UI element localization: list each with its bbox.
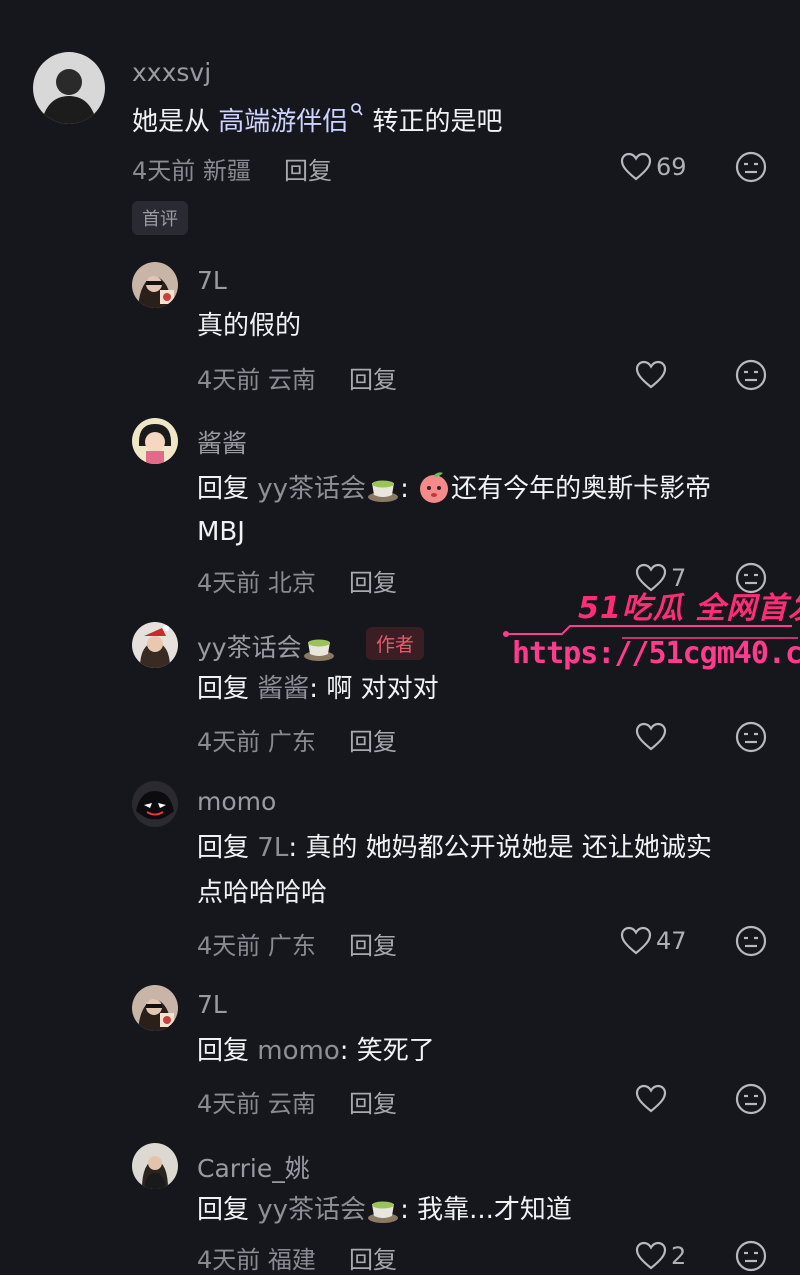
comment-text-continued: 点哈哈哈哈 xyxy=(197,878,328,908)
comment-text: 真的假的 xyxy=(197,311,302,341)
comment-text: 她是从 高端游伴侣 转正的是吧 xyxy=(132,102,503,138)
reply-button[interactable]: 回复 xyxy=(284,151,332,186)
heart-icon xyxy=(635,1241,667,1270)
reply-target-user[interactable]: 酱酱 xyxy=(257,674,309,704)
reply-button[interactable]: 回复 xyxy=(349,563,397,598)
comment-text: 回复 yy茶话会: 我靠...才知道 xyxy=(197,1195,572,1225)
dislike-icon[interactable] xyxy=(735,1083,767,1115)
comment-meta: 4天前 广东 xyxy=(197,728,316,756)
username[interactable]: yy茶话会 xyxy=(197,628,336,664)
comment-meta: 4天前 云南 xyxy=(197,1090,316,1118)
heart-icon xyxy=(620,152,652,181)
comment-text: 回复 7L: 真的 她妈都公开说她是 还让她诚实 xyxy=(197,833,712,863)
avatar[interactable] xyxy=(132,418,178,464)
like-button[interactable] xyxy=(635,1084,667,1114)
peach-emoji-icon xyxy=(420,472,449,503)
like-count: 2 xyxy=(671,1242,687,1270)
reply-target-user[interactable]: 7L xyxy=(257,833,288,863)
tea-cup-icon xyxy=(368,1201,399,1223)
comment-meta: 4天前 北京 xyxy=(197,569,316,597)
dislike-icon[interactable] xyxy=(735,925,767,957)
like-button[interactable]: 2 xyxy=(635,1241,686,1271)
avatar[interactable] xyxy=(132,1143,178,1189)
comment-meta: 4天前 广东 xyxy=(197,932,316,960)
dislike-icon[interactable] xyxy=(735,721,767,753)
heart-icon xyxy=(620,926,652,955)
first-comment-badge: 首评 xyxy=(132,201,188,235)
comment-text-continued: MBJ xyxy=(197,517,245,547)
reply-button[interactable]: 回复 xyxy=(349,926,397,961)
like-button[interactable]: 69 xyxy=(620,152,687,182)
comment-meta: 4天前 新疆 xyxy=(132,157,251,185)
username[interactable]: 7L xyxy=(197,990,227,1019)
tea-cup-icon xyxy=(303,639,334,661)
watermark-url: https://51cgm40.com xyxy=(512,636,800,671)
tea-cup-icon xyxy=(368,480,399,502)
author-badge: 作者 xyxy=(366,627,425,660)
avatar[interactable] xyxy=(132,622,178,668)
username[interactable]: momo xyxy=(197,787,276,816)
comment-text: 回复 酱酱: 啊 对对对 xyxy=(197,674,439,704)
search-icon xyxy=(351,103,364,116)
like-button[interactable] xyxy=(635,360,667,390)
username[interactable]: 7L xyxy=(197,266,227,295)
avatar[interactable] xyxy=(33,52,105,124)
username[interactable]: xxxsvj xyxy=(132,58,211,87)
search-link[interactable]: 高端游伴侣 xyxy=(218,103,364,137)
reply-target-user[interactable]: yy茶话会 xyxy=(257,1195,366,1225)
reply-button[interactable]: 回复 xyxy=(349,1084,397,1119)
heart-icon xyxy=(635,722,667,751)
reply-target-user[interactable]: momo xyxy=(257,1036,339,1066)
heart-icon xyxy=(635,1084,667,1113)
like-button[interactable]: 47 xyxy=(620,926,687,956)
reply-button[interactable]: 回复 xyxy=(349,722,397,757)
reply-button[interactable]: 回复 xyxy=(349,360,397,395)
dislike-icon[interactable] xyxy=(735,359,767,391)
reply-target-user[interactable]: yy茶话会 xyxy=(257,474,366,504)
comment-text: 回复 momo: 笑死了 xyxy=(197,1036,435,1066)
dislike-icon[interactable] xyxy=(735,1240,767,1272)
avatar[interactable] xyxy=(132,781,178,827)
like-button[interactable] xyxy=(635,722,667,752)
like-count: 69 xyxy=(656,153,687,181)
heart-icon xyxy=(635,360,667,389)
dislike-icon[interactable] xyxy=(735,151,767,183)
avatar[interactable] xyxy=(132,262,178,308)
like-count: 47 xyxy=(656,927,687,955)
username[interactable]: Carrie_姚 xyxy=(197,1149,310,1185)
comment-meta: 4天前 云南 xyxy=(197,366,316,394)
comment-text: 回复 yy茶话会: 还有今年的奥斯卡影帝 xyxy=(197,470,711,505)
username[interactable]: 酱酱 xyxy=(197,424,247,460)
avatar[interactable] xyxy=(132,985,178,1031)
